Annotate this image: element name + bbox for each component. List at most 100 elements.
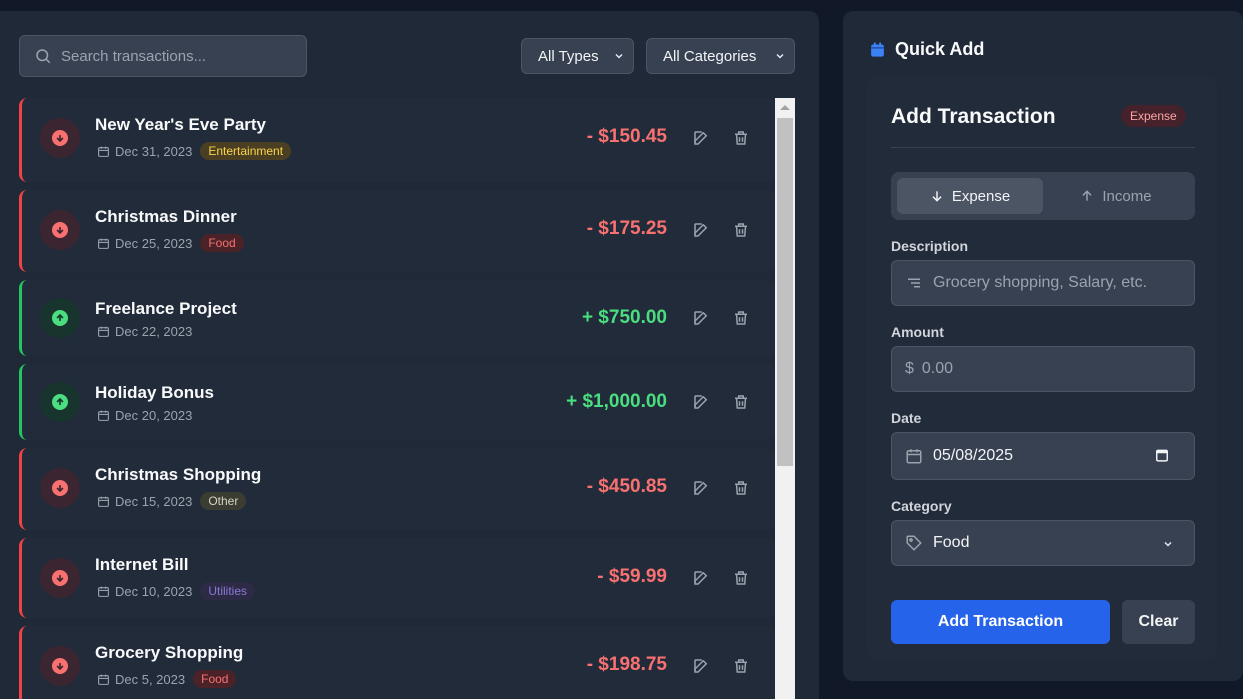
transaction-title: Grocery Shopping [95,643,244,662]
type-toggle: Expense Income [891,172,1195,220]
date-field[interactable]: 05/08/2025 [891,432,1195,480]
search-box[interactable] [19,35,307,77]
trash-icon[interactable] [732,479,750,497]
calendar-icon [98,410,109,421]
quick-add-panel: Quick Add Add Transaction Expense Expens… [843,11,1243,681]
date-label: Date [891,410,922,426]
calendar-icon [98,238,109,249]
calendar-icon [871,42,884,57]
calendar-icon [98,496,109,507]
transaction-date: Dec 15, 2023 [115,493,193,509]
transaction-amount: - $150.45 [586,126,667,147]
divider [891,147,1195,148]
transaction-row: New Year's Eve Party Dec 31, 2023 Entert… [19,98,775,182]
category-value: Food [933,534,970,551]
currency-symbol: $ [905,360,914,377]
category-badge: Food [193,670,237,688]
income-icon [40,382,80,422]
edit-icon[interactable] [692,479,710,497]
search-input[interactable] [61,47,281,65]
calendar-icon [906,449,922,464]
edit-icon[interactable] [692,569,710,587]
transaction-date: Dec 22, 2023 [115,324,193,339]
calendar-icon [98,674,109,685]
transaction-title: Christmas Shopping [95,465,262,484]
expense-icon [40,210,80,250]
transaction-amount: + $1,000.00 [566,391,667,412]
expense-icon [40,558,80,598]
category-badge: Utilities [200,582,256,600]
clear-button[interactable]: Clear [1122,600,1195,644]
expense-toggle-label: Expense [951,187,1011,205]
type-badge: Expense [1121,105,1186,127]
transaction-title: Holiday Bonus [95,383,215,402]
edit-icon[interactable] [692,129,710,147]
transaction-row: Freelance Project Dec 22, 2023 + $750.00 [19,280,775,356]
transaction-date: Dec 31, 2023 [115,143,193,159]
transaction-date: Dec 5, 2023 [115,671,186,687]
category-badge: Other [200,492,247,510]
edit-icon[interactable] [692,393,710,411]
calendar-icon [98,586,109,597]
chevron-down-icon [1164,541,1172,547]
quick-add-title: Quick Add [895,39,985,59]
expense-icon [40,118,80,158]
arrow-down-icon [932,191,942,202]
category-badge: Entertainment [200,142,292,160]
transaction-row: Grocery Shopping Dec 5, 2023 Food - $198… [19,626,775,699]
date-value: 05/08/2025 [933,447,1014,464]
transaction-row: Christmas Shopping Dec 15, 2023 Other - … [19,448,775,530]
trash-icon[interactable] [732,221,750,239]
trash-icon[interactable] [732,657,750,675]
transaction-amount: - $175.25 [586,218,667,239]
chevron-down-icon [615,53,623,59]
chevron-down-icon [776,53,784,59]
description-label: Description [891,238,969,254]
transaction-amount: - $450.85 [586,476,667,497]
amount-placeholder: 0.00 [921,360,954,377]
card-title: Add Transaction [891,105,1056,128]
type-filter-value: All Types [538,47,599,65]
category-filter-value: All Categories [663,47,757,65]
transaction-row: Christmas Dinner Dec 25, 2023 Food - $17… [19,190,775,272]
expense-icon [40,468,80,508]
transaction-amount: - $198.75 [586,654,667,675]
trash-icon[interactable] [732,129,750,147]
amount-field[interactable]: $ 0.00 [891,346,1195,392]
transaction-amount: + $750.00 [581,307,667,328]
calendar-icon [98,326,109,337]
income-toggle-label: Income [1102,187,1152,205]
transaction-amount: - $59.99 [597,566,667,587]
transaction-row: Internet Bill Dec 10, 2023 Utilities - $… [19,538,775,618]
type-filter-select[interactable]: All Types [521,38,634,74]
trash-icon[interactable] [732,309,750,327]
category-badge: Food [200,234,244,252]
transaction-row: Holiday Bonus Dec 20, 2023 + $1,000.00 [19,364,775,440]
date-picker-icon[interactable] [1155,448,1169,462]
list-scrollbar[interactable] [775,98,795,699]
description-field[interactable]: Grocery shopping, Salary, etc. [891,260,1195,306]
edit-icon[interactable] [692,657,710,675]
category-select[interactable]: Food [891,520,1195,566]
transaction-date: Dec 25, 2023 [115,235,193,251]
calendar-icon [98,146,109,157]
transaction-date: Dec 20, 2023 [115,408,193,423]
transaction-date: Dec 10, 2023 [115,583,193,599]
expense-toggle-button[interactable]: Expense [897,178,1043,214]
income-toggle-button[interactable]: Income [1043,178,1189,214]
add-transaction-button[interactable]: Add Transaction [891,600,1110,644]
add-transaction-card: Add Transaction Expense Expense Income D… [867,77,1217,659]
trash-icon[interactable] [732,393,750,411]
scroll-thumb[interactable] [777,118,793,466]
transaction-title: Freelance Project [95,299,237,318]
edit-icon[interactable] [692,221,710,239]
category-label: Category [891,498,952,514]
category-filter-select[interactable]: All Categories [646,38,795,74]
income-icon [40,298,80,338]
transaction-title: Internet Bill [95,555,189,574]
tag-icon [906,535,922,551]
edit-icon[interactable] [692,309,710,327]
lines-icon [908,278,920,288]
trash-icon[interactable] [732,569,750,587]
scroll-up-arrow-icon[interactable] [780,105,790,110]
